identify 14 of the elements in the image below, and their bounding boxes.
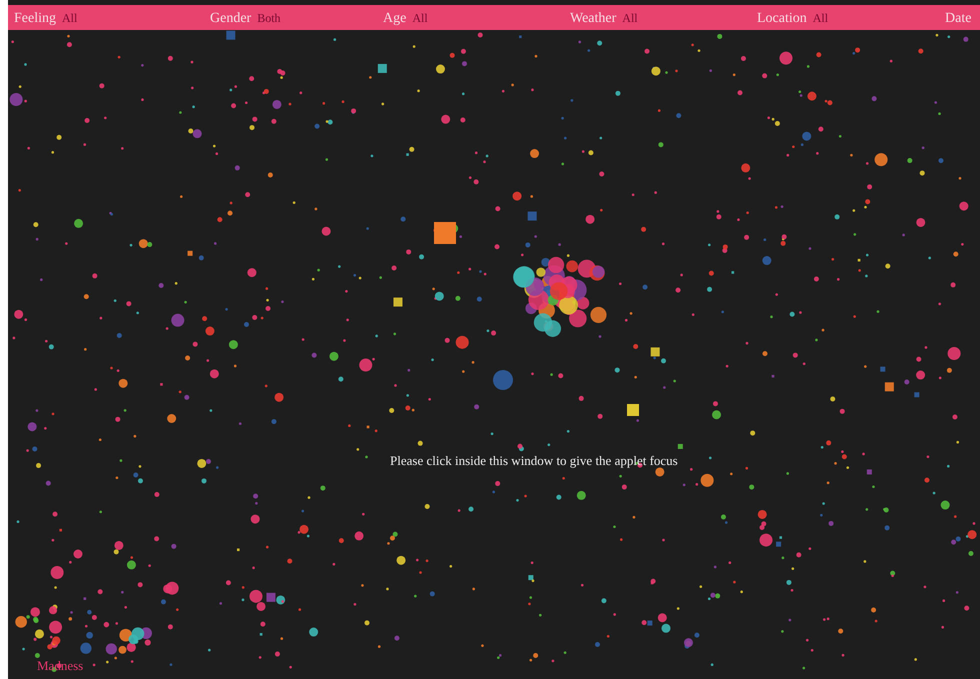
filter-value[interactable]: Both	[257, 10, 281, 24]
cluster-label: Madness	[37, 658, 84, 674]
filter-label[interactable]: Age	[383, 10, 406, 26]
filter-label[interactable]: Weather	[570, 10, 616, 26]
filter-label[interactable]: Feeling	[14, 10, 56, 26]
filter-label[interactable]: Location	[757, 10, 807, 26]
filter-value[interactable]: All	[412, 10, 428, 24]
filter-value[interactable]: All	[62, 10, 78, 24]
filter-label[interactable]: Date	[945, 10, 972, 26]
particle-drawing[interactable]	[10, 30, 977, 672]
filter-value[interactable]: All	[622, 10, 638, 24]
filter-label[interactable]: Gender	[210, 10, 252, 26]
filter-value[interactable]: All	[812, 10, 828, 24]
focus-message: Please click inside this window to give the applet focus	[390, 453, 678, 469]
